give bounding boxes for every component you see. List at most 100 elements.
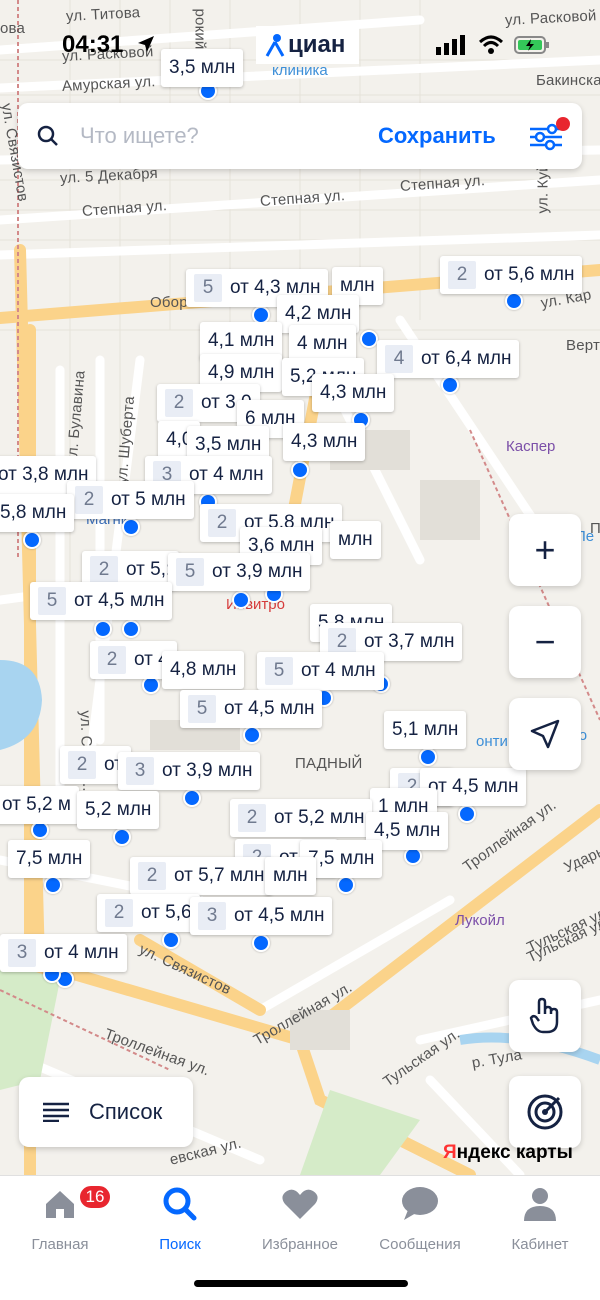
- tab-home[interactable]: 16 Главная: [0, 1184, 120, 1254]
- street-label: ПАДНЫЙ: [295, 755, 363, 772]
- price-pin[interactable]: 5 от 4,5 млн: [180, 690, 323, 728]
- listing-dot[interactable]: [23, 531, 41, 549]
- price-pin[interactable]: млн: [265, 857, 316, 895]
- price-pin[interactable]: 5,1 млн: [384, 711, 467, 749]
- price-pin-label: 4,3 млн: [320, 382, 387, 403]
- price-pin-label: от 5 млн: [111, 489, 186, 510]
- price-pin-count: 2: [98, 646, 126, 674]
- price-pin-label: от 4,5 млн: [224, 698, 315, 719]
- draw-area-button[interactable]: [509, 980, 581, 1052]
- listing-dot[interactable]: [113, 828, 131, 846]
- price-pin-count: 3: [126, 757, 154, 785]
- home-icon: [46, 1191, 74, 1218]
- listing-dot[interactable]: [458, 805, 476, 823]
- save-search-button[interactable]: Сохранить: [378, 123, 496, 149]
- listing-dot[interactable]: [122, 518, 140, 536]
- home-indicator: [194, 1280, 408, 1287]
- price-pin-count: 3: [8, 939, 36, 967]
- listing-dot[interactable]: [183, 789, 201, 807]
- search-tab-icon: [163, 1187, 197, 1221]
- price-pin[interactable]: 5 от 4,5 млн: [30, 582, 173, 620]
- price-pin-label: от 4 млн: [301, 660, 376, 681]
- cian-app-name: циан: [288, 31, 346, 58]
- status-time: 04:31: [62, 31, 124, 58]
- poi-label[interactable]: онти: [476, 733, 508, 750]
- search-placeholder[interactable]: Что ищете?: [80, 123, 199, 149]
- listing-dot[interactable]: [419, 748, 437, 766]
- price-pin-count: 5: [194, 274, 222, 302]
- list-icon: [43, 1102, 69, 1122]
- tab-favorites[interactable]: Избранное: [240, 1184, 360, 1254]
- listing-dot[interactable]: [94, 620, 112, 638]
- tab-home-label: Главная: [31, 1236, 89, 1253]
- price-pin[interactable]: 2 от 5 млн: [67, 481, 194, 519]
- price-pin-label: от 3,9 млн: [162, 760, 253, 781]
- zoom-out-button[interactable]: −: [509, 606, 581, 678]
- price-pin-label: от 4 млн: [189, 464, 264, 485]
- price-pin[interactable]: 7,5 млн: [8, 840, 91, 878]
- price-pin-count: 2: [90, 556, 118, 584]
- price-pin-label: от 5,2 млн: [274, 807, 365, 828]
- street-label: Бакинская: [536, 72, 600, 89]
- tab-account[interactable]: Кабинет: [480, 1184, 600, 1254]
- poi-label[interactable]: Каспер: [506, 438, 555, 455]
- tab-search[interactable]: Поиск: [120, 1184, 240, 1254]
- listing-dot[interactable]: [252, 934, 270, 952]
- price-pin-count: 5: [265, 657, 293, 685]
- price-pin-label: 3,5 млн: [195, 434, 262, 455]
- listing-dot[interactable]: [441, 376, 459, 394]
- street-label: Верт: [566, 337, 600, 354]
- listing-dot[interactable]: [337, 876, 355, 894]
- price-pin-count: 2: [68, 751, 96, 779]
- radar-button[interactable]: [509, 1076, 581, 1148]
- price-pin[interactable]: 4 от 6,4 млн: [377, 340, 520, 378]
- price-pin-count: 3: [198, 902, 226, 930]
- zoom-in-button[interactable]: +: [509, 514, 581, 586]
- list-view-button[interactable]: Список: [19, 1077, 193, 1147]
- zoom-out-icon: −: [534, 621, 556, 662]
- price-pin[interactable]: 2 от 5,6 млн: [440, 256, 583, 294]
- price-pin[interactable]: 3 от 4 млн: [0, 934, 127, 972]
- listing-dot[interactable]: [291, 461, 309, 479]
- poi-label[interactable]: Лукойл: [455, 912, 505, 929]
- filter-button[interactable]: [526, 117, 570, 157]
- listing-dot[interactable]: [243, 726, 261, 744]
- listing-dot[interactable]: [232, 591, 250, 609]
- price-pin[interactable]: 4,3 млн: [312, 374, 395, 412]
- price-pin[interactable]: 2 от 5,7 млн: [130, 857, 273, 895]
- my-location-button[interactable]: [509, 698, 581, 770]
- price-pin[interactable]: 4,3 млн: [283, 423, 366, 461]
- price-pin[interactable]: 4,8 млн: [162, 651, 245, 689]
- price-pin-label: 4 млн: [297, 333, 348, 354]
- user-icon: [524, 1188, 556, 1221]
- cian-app-chip: циан: [256, 26, 360, 64]
- listing-dot[interactable]: [44, 876, 62, 894]
- price-pin[interactable]: 2 от 5,2 млн: [230, 799, 373, 837]
- price-pin[interactable]: 3 от 4,5 млн: [190, 897, 333, 935]
- listing-dot[interactable]: [122, 620, 140, 638]
- price-pin[interactable]: млн: [330, 521, 381, 559]
- price-pin-count: 2: [448, 261, 476, 289]
- price-pin[interactable]: 3 от 3,9 млн: [118, 752, 261, 790]
- price-pin[interactable]: 5 от 4 млн: [257, 652, 384, 690]
- chat-bubble-icon: [402, 1187, 438, 1220]
- price-pin[interactable]: 5 от 3,9 млн: [168, 553, 311, 591]
- listing-dot[interactable]: [162, 931, 180, 949]
- listing-dot[interactable]: [505, 292, 523, 310]
- heart-icon: [282, 1189, 318, 1219]
- price-pin[interactable]: от 5,2 м: [0, 786, 79, 824]
- price-pin[interactable]: 5,8 млн: [0, 494, 75, 532]
- price-pin[interactable]: 2 от 5,6: [97, 894, 200, 932]
- yandex-logo-letter: Я: [443, 1142, 457, 1163]
- price-pin-label: 5,2 млн: [85, 799, 152, 820]
- price-pin-label: от 4,5 млн: [428, 776, 519, 797]
- listing-dot[interactable]: [360, 330, 378, 348]
- tab-messages[interactable]: Сообщения: [360, 1184, 480, 1254]
- price-pin[interactable]: 5,2 млн: [77, 791, 160, 829]
- price-pin-label: от 4 млн: [44, 942, 119, 963]
- price-pin-label: 7,5 млн: [308, 848, 375, 869]
- search-bar[interactable]: Что ищете? Сохранить: [18, 103, 582, 169]
- yandex-maps-attribution[interactable]: Яндекс карты: [443, 1142, 573, 1164]
- price-pin-label: 7,5 млн: [16, 848, 83, 869]
- price-pin-label: 4,1 млн: [208, 330, 275, 351]
